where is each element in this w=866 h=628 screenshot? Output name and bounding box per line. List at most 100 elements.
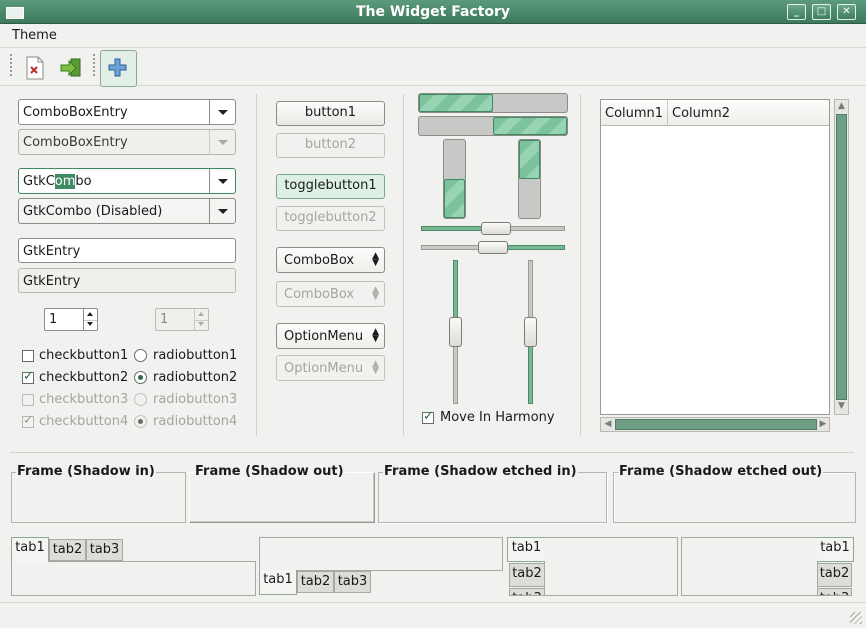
close-button[interactable]: ✕ — [837, 4, 856, 20]
spin-value[interactable]: 1 — [49, 312, 57, 327]
checkbutton1-label[interactable]: checkbutton1 — [39, 348, 128, 363]
notebook-left-tab2[interactable]: tab2 — [509, 563, 545, 587]
document-close-icon[interactable] — [18, 52, 52, 84]
column-separator — [256, 94, 257, 436]
notebook-right-tab1[interactable]: tab1 — [817, 537, 854, 562]
text-selection: om — [54, 174, 76, 189]
gtk-entry-text[interactable]: GtkEntry — [23, 244, 80, 259]
column2-header[interactable]: Column2 — [668, 100, 829, 126]
notebook-left-tab3[interactable]: tab3 — [509, 588, 545, 596]
combo-box-entry-text[interactable]: ComboBoxEntry — [23, 105, 128, 120]
notebook-right-pane — [681, 537, 818, 596]
column-separator — [580, 94, 581, 436]
scroll-up-icon[interactable]: ▲ — [835, 101, 848, 111]
progress-bar-h1 — [418, 93, 568, 113]
togglebutton2: togglebutton2 — [276, 206, 385, 231]
tree-view[interactable]: Column1 Column2 — [600, 99, 830, 415]
button1[interactable]: button1 — [276, 101, 385, 126]
title-bar[interactable]: The Widget Factory _ □ ✕ — [0, 0, 866, 24]
vscale1-slider[interactable] — [449, 317, 462, 347]
gtk-combo-text[interactable]: GtkCombo — [23, 174, 92, 189]
vertical-scroll-thumb[interactable] — [836, 114, 847, 400]
spin-down-icon[interactable] — [83, 319, 97, 330]
notebook-bottom-tab3[interactable]: tab3 — [334, 571, 371, 593]
checkbutton1-box[interactable] — [22, 350, 34, 362]
scroll-right-icon[interactable]: ▶ — [818, 419, 828, 429]
radiobutton2-label[interactable]: radiobutton2 — [153, 370, 237, 385]
column1-header[interactable]: Column1 — [601, 100, 668, 126]
spin-button-disabled: 1 — [155, 308, 209, 331]
checkbutton4-box: ✓ — [22, 413, 34, 428]
combo-box-entry[interactable]: ComboBoxEntry — [18, 99, 236, 125]
menu-theme[interactable]: Theme — [12, 28, 57, 43]
vertical-scrollbar[interactable]: ▲ ▼ — [834, 99, 849, 415]
notebook-bottom-tab1[interactable]: tab1 — [259, 570, 297, 595]
progress-bar-v2 — [518, 139, 541, 219]
notebook-right-tab2[interactable]: tab2 — [817, 563, 852, 587]
togglebutton1[interactable]: togglebutton1 — [276, 174, 385, 199]
progress-fill — [519, 140, 540, 179]
quit-icon[interactable] — [54, 52, 88, 84]
button2: button2 — [276, 133, 385, 158]
chevron-down-icon[interactable] — [209, 100, 235, 124]
gtk-combo-disabled[interactable]: GtkCombo (Disabled) — [18, 198, 236, 224]
chevron-down-icon[interactable] — [209, 169, 235, 193]
combobox-disabled-text: ComboBox — [284, 287, 355, 302]
up-down-icon[interactable]: ▲ ▼ — [372, 328, 379, 344]
radiobutton4-circle — [134, 415, 147, 428]
horizontal-separator — [10, 452, 854, 453]
frame-shadow-etched-out — [613, 472, 856, 523]
spin-button[interactable]: 1 — [44, 308, 98, 331]
option-menu[interactable]: OptionMenu ▲ ▼ — [276, 323, 385, 349]
minimize-button[interactable]: _ — [787, 4, 806, 20]
frame-shadow-out — [189, 472, 375, 523]
toolbar-grip[interactable] — [10, 54, 12, 78]
option-menu-text[interactable]: OptionMenu — [284, 329, 363, 344]
hscale1-slider[interactable] — [481, 222, 511, 235]
gtk-entry[interactable]: GtkEntry — [18, 238, 236, 263]
notebook-bottom-tab2[interactable]: tab2 — [297, 571, 334, 593]
move-in-harmony-label[interactable]: Move In Harmony — [440, 410, 555, 425]
window-title: The Widget Factory — [355, 4, 511, 20]
frame-shadow-in — [11, 472, 186, 523]
gtk-combo[interactable]: GtkCombo — [18, 168, 236, 194]
spin-value: 1 — [160, 312, 169, 327]
scroll-left-icon[interactable]: ◀ — [603, 419, 613, 429]
combobox[interactable]: ComboBox ▲ ▼ — [276, 247, 385, 273]
horizontal-scroll-thumb[interactable] — [615, 419, 817, 430]
column-separator — [403, 94, 404, 436]
progress-fill — [493, 117, 567, 135]
vscale2-slider[interactable] — [524, 317, 537, 347]
chevron-down-icon — [209, 130, 235, 154]
notebook-top-tab3[interactable]: tab3 — [86, 539, 123, 561]
checkbutton2-box[interactable]: ✓ — [22, 369, 34, 384]
combobox-text[interactable]: ComboBox — [284, 253, 354, 268]
radiobutton1-circle[interactable] — [134, 349, 147, 362]
frame-shadow-etched-out-title: Frame (Shadow etched out) — [618, 464, 824, 479]
notebook-top-pane — [11, 561, 256, 596]
notebook-left-pane — [544, 537, 678, 596]
radiobutton2-circle[interactable] — [134, 371, 147, 384]
progress-bar-h2 — [418, 116, 568, 136]
radiobutton1-label[interactable]: radiobutton1 — [153, 348, 237, 363]
progress-fill — [419, 94, 493, 112]
horizontal-scrollbar[interactable]: ◀ ▶ — [600, 417, 830, 432]
option-menu-disabled: OptionMenu ▲ ▼ — [276, 355, 385, 381]
add-icon[interactable] — [100, 50, 137, 87]
checkbutton2-label[interactable]: checkbutton2 — [39, 370, 128, 385]
combobox-disabled: ComboBox ▲ ▼ — [276, 281, 385, 307]
notebook-top-tab1[interactable]: tab1 — [11, 537, 49, 562]
maximize-button[interactable]: □ — [812, 4, 831, 20]
hscale2-slider[interactable] — [478, 241, 508, 254]
up-down-icon[interactable]: ▲ ▼ — [372, 252, 379, 268]
chevron-down-icon[interactable] — [209, 199, 235, 223]
notebook-top-tab2[interactable]: tab2 — [49, 539, 86, 561]
resize-grip-icon[interactable] — [850, 612, 862, 624]
scroll-down-icon[interactable]: ▼ — [835, 401, 848, 411]
gtk-combo-disabled-text: GtkCombo (Disabled) — [23, 204, 163, 219]
notebook-left-tab1[interactable]: tab1 — [507, 537, 545, 562]
notebook-right-tab3[interactable]: tab3 — [817, 588, 852, 596]
option-menu-disabled-text: OptionMenu — [284, 361, 364, 376]
move-in-harmony-checkbox[interactable]: ✓ — [422, 409, 434, 424]
notebook-bottom-pane — [259, 537, 503, 571]
